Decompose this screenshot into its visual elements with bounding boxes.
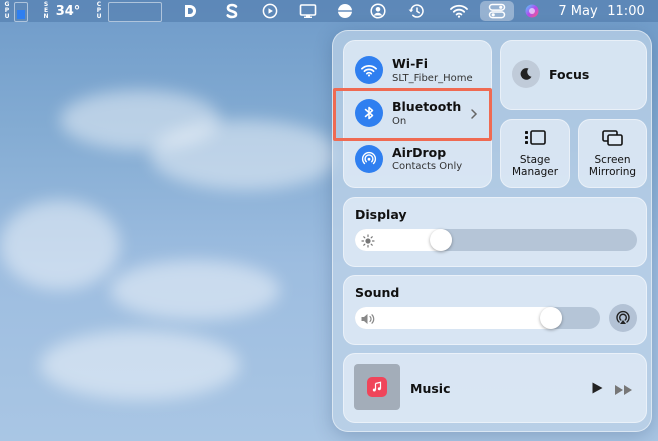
sound-slider-fill: [355, 307, 562, 329]
speaker-icon: [360, 311, 376, 330]
half-circle-icon[interactable]: [335, 0, 355, 22]
wifi-network: SLT_Fiber_Home: [392, 73, 473, 84]
cloud: [110, 260, 280, 320]
display-slider-knob[interactable]: [430, 229, 452, 251]
app-d-icon[interactable]: [180, 0, 200, 22]
display-brightness-slider[interactable]: [355, 229, 637, 251]
music-tile: Music: [343, 353, 647, 423]
display-title: Display: [355, 207, 407, 222]
gpu-meter[interactable]: [14, 2, 28, 22]
display-icon[interactable]: [297, 0, 319, 22]
airdrop-title: AirDrop: [392, 145, 447, 160]
screen-mirroring-button[interactable]: Screen Mirroring: [578, 119, 647, 188]
play-icon[interactable]: [590, 380, 604, 399]
stage-manager-button[interactable]: Stage Manager: [500, 119, 570, 188]
stage-manager-icon: [523, 129, 547, 151]
wifi-title: Wi-Fi: [392, 56, 429, 71]
sound-slider-knob[interactable]: [540, 307, 562, 329]
menubar-date[interactable]: 7 May: [556, 0, 600, 22]
control-center-panel: Wi-Fi SLT_Fiber_Home Bluetooth On AirDro…: [332, 30, 652, 432]
app-s-icon[interactable]: [222, 0, 242, 22]
stage-manager-label: Stage Manager: [511, 154, 559, 178]
screen-mirroring-icon: [601, 129, 625, 151]
focus-title: Focus: [549, 67, 590, 82]
cloud: [150, 120, 340, 190]
airdrop-icon: [355, 145, 383, 173]
wifi-icon: [355, 56, 383, 84]
play-circle-icon[interactable]: [260, 0, 280, 22]
sound-title: Sound: [355, 285, 400, 300]
screen-mirroring-label: Screen Mirroring: [588, 154, 637, 178]
sound-tile: Sound: [343, 275, 647, 345]
gpu-label: GPU: [4, 1, 10, 20]
album-art[interactable]: [354, 364, 400, 410]
wifi-icon[interactable]: [448, 0, 470, 22]
siri-icon[interactable]: [522, 0, 542, 22]
brightness-icon: [361, 233, 375, 252]
cloud: [0, 200, 120, 290]
moon-icon: [512, 60, 540, 88]
cpu-graph[interactable]: [108, 2, 162, 22]
music-note-icon: [367, 377, 387, 397]
airplay-audio-button[interactable]: [609, 304, 637, 332]
control-center-icon[interactable]: [480, 1, 514, 21]
menubar-time[interactable]: 11:00: [604, 0, 648, 22]
airdrop-status: Contacts Only: [392, 161, 463, 172]
temperature-readout[interactable]: 34°: [53, 0, 83, 22]
display-tile: Display: [343, 197, 647, 267]
music-title: Music: [410, 381, 451, 396]
user-icon[interactable]: [368, 0, 388, 22]
airdrop-toggle[interactable]: AirDrop Contacts Only: [344, 139, 491, 181]
time-machine-icon[interactable]: [405, 0, 427, 22]
cpu-label: CPU: [96, 1, 102, 20]
menu-bar: GPU SEN 34° CPU 7 May 11:00: [0, 0, 658, 22]
bluetooth-highlight-box: [333, 88, 492, 141]
sensor-label: SEN: [43, 1, 49, 20]
wifi-toggle[interactable]: Wi-Fi SLT_Fiber_Home: [344, 45, 491, 87]
focus-button[interactable]: Focus: [500, 40, 647, 110]
cloud: [40, 330, 240, 400]
sound-volume-slider[interactable]: [355, 307, 600, 329]
fast-forward-icon[interactable]: [614, 381, 634, 400]
